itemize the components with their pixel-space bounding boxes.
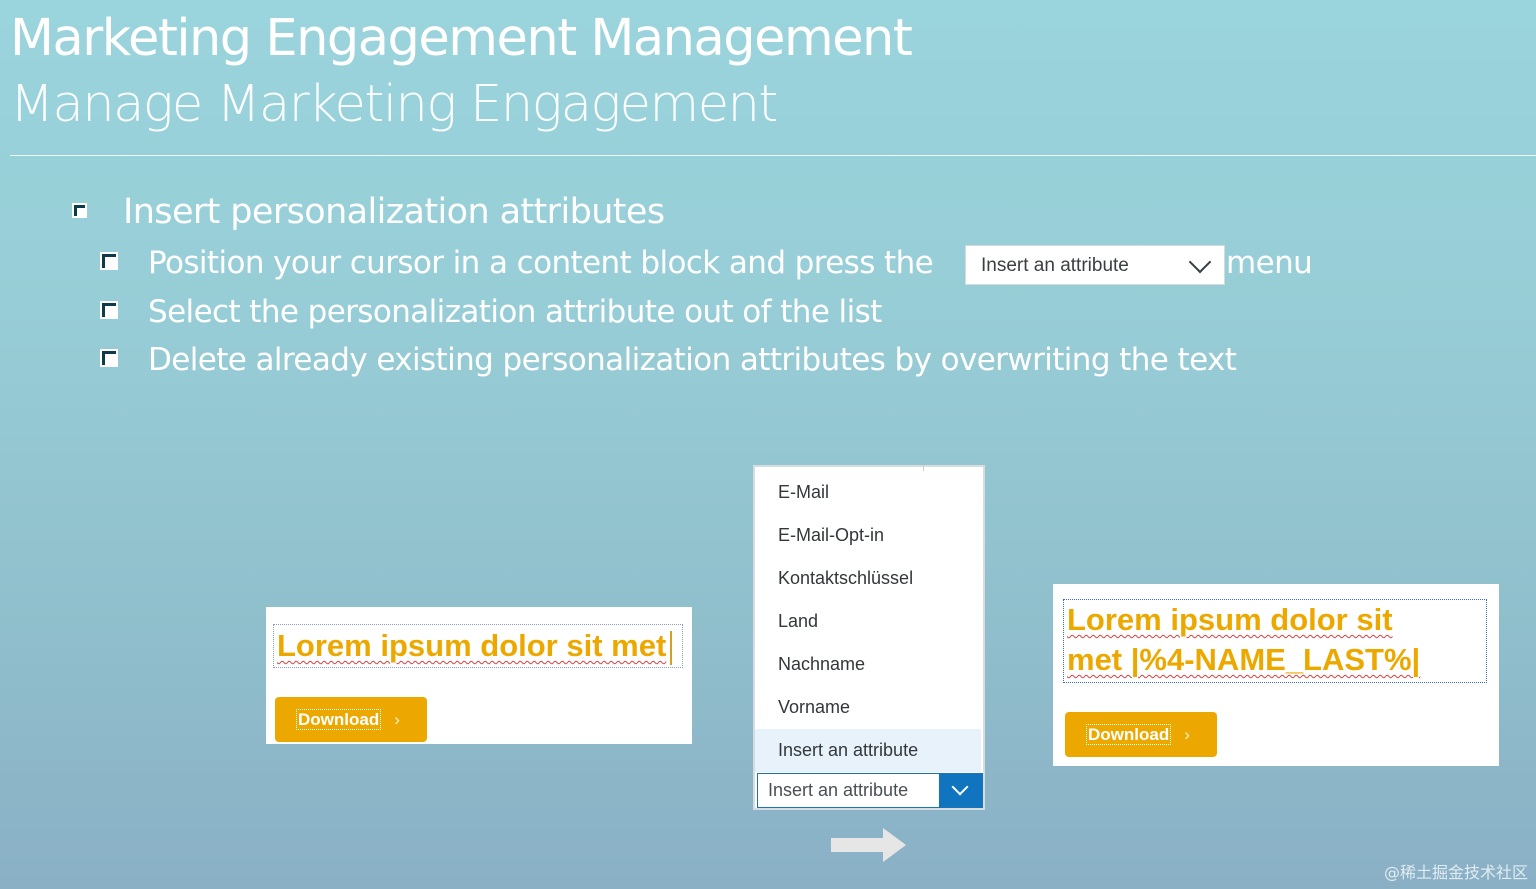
dropdown-item-nachname[interactable]: Nachname [755, 643, 981, 686]
content-block-before: Lorem ipsum dolor sit met Download › [266, 607, 692, 744]
chevron-right-icon: › [394, 710, 400, 729]
chevron-right-icon: › [1184, 725, 1190, 744]
bullet-main-text: Insert personalization attributes [123, 192, 665, 232]
chevron-down-icon [1188, 250, 1212, 274]
bullet-step-1-text: Position your cursor in a content block … [148, 245, 934, 281]
download-button-label: Download [1085, 724, 1172, 745]
select-field-value: Insert an attribute [768, 780, 909, 800]
editable-text-block[interactable]: Lorem ipsum dolor sit met |%4-NAME_LAST%… [1063, 599, 1487, 683]
bullet-step-3-text: Delete already existing personalization … [148, 342, 1237, 378]
bullet-step-1: Position your cursor in a content block … [100, 245, 934, 281]
attribute-dropdown: E-Mail E-Mail-Opt-in Kontaktschlüssel La… [753, 465, 985, 810]
dropdown-item-email-opt-in[interactable]: E-Mail-Opt-in [755, 514, 981, 557]
bullet-step-2-text: Select the personalization attribute out… [148, 294, 882, 330]
watermark: @稀土掘金技术社区 [1383, 863, 1528, 882]
slide-title: Marketing Engagement Management [10, 9, 913, 68]
select-value: Insert an attribute [981, 255, 1129, 276]
insert-attribute-select-example[interactable]: Insert an attribute [965, 245, 1225, 285]
title-divider [10, 155, 1536, 156]
bullet-step-1-suffix: menu [1226, 245, 1313, 281]
lorem-text: Lorem ipsum dolor sit met [277, 628, 667, 663]
chevron-down-icon [951, 778, 969, 796]
checkbox-icon [100, 348, 118, 367]
checkbox-icon [100, 251, 118, 270]
dropdown-item-email[interactable]: E-Mail [755, 471, 981, 514]
arrow-right-icon [831, 828, 906, 862]
content-block-after: Lorem ipsum dolor sit met |%4-NAME_LAST%… [1053, 584, 1499, 766]
personalization-attribute-text: met |%4-NAME_LAST%| [1067, 642, 1421, 677]
text-cursor [670, 630, 673, 665]
lorem-text-line-2: met |%4-NAME_LAST%| [1067, 640, 1486, 680]
checkbox-icon [72, 202, 87, 218]
checkbox-icon [100, 300, 118, 319]
lorem-text-line-1: Lorem ipsum dolor sit [1067, 602, 1393, 637]
bullet-step-3: Delete already existing personalization … [100, 342, 1237, 378]
bullet-step-2: Select the personalization attribute out… [100, 294, 882, 330]
dropdown-item-vorname[interactable]: Vorname [755, 686, 981, 729]
dropdown-toggle-button[interactable] [939, 774, 982, 807]
download-button[interactable]: Download › [1065, 712, 1217, 757]
download-button[interactable]: Download › [275, 697, 427, 742]
bullet-main: Insert personalization attributes [72, 192, 665, 232]
dropdown-item-kontaktschluessel[interactable]: Kontaktschlüssel [755, 557, 981, 600]
slide-subtitle: Manage Marketing Engagement [10, 75, 778, 134]
dropdown-item-land[interactable]: Land [755, 600, 981, 643]
editable-text-block[interactable]: Lorem ipsum dolor sit met [273, 624, 683, 668]
insert-attribute-select[interactable]: Insert an attribute [757, 773, 983, 808]
download-button-label: Download [295, 709, 382, 730]
dropdown-item-insert-attribute[interactable]: Insert an attribute [755, 729, 981, 772]
